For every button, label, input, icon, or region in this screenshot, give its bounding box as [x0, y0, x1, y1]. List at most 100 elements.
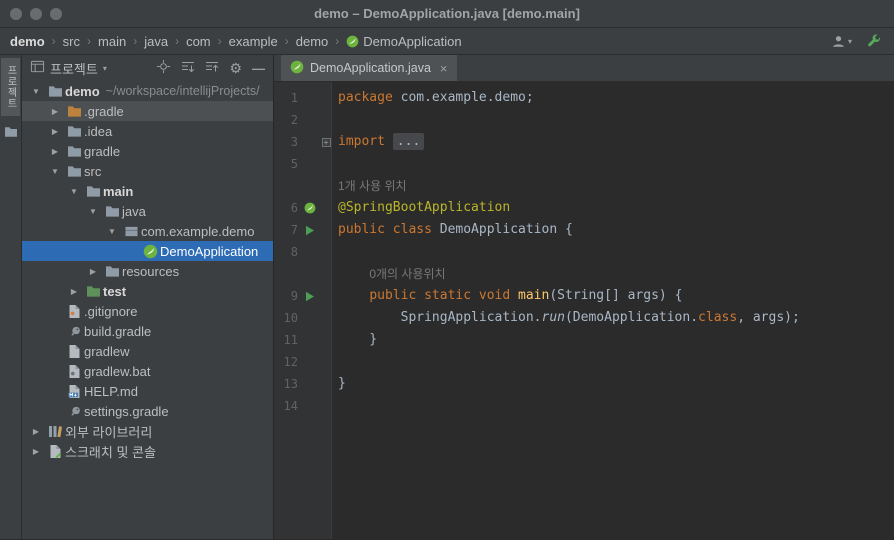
editor-tab[interactable]: DemoApplication.java ×	[281, 55, 457, 81]
tree-item-gradle[interactable]: ▶ gradle	[22, 141, 273, 161]
expand-arrow-icon[interactable]: ▼	[103, 227, 121, 236]
tree-item-gradlew-bat[interactable]: gradlew.bat	[22, 361, 273, 381]
code-line-13[interactable]: 13}	[274, 373, 894, 395]
user-icon[interactable]: ▾	[831, 34, 852, 49]
expand-arrow-icon[interactable]: ▶	[27, 427, 45, 436]
line-number[interactable]: 9	[274, 285, 300, 307]
code-text: @SpringBootApplication	[332, 197, 510, 219]
intellij-window: demo – DemoApplication.java [demo.main] …	[0, 0, 894, 539]
line-number[interactable]: 12	[274, 351, 300, 373]
gradle-icon	[64, 325, 84, 338]
breadcrumb-label: example	[228, 33, 278, 49]
zoom-button[interactable]	[50, 8, 62, 20]
code-line-14[interactable]: 14	[274, 395, 894, 417]
wrench-icon[interactable]	[866, 33, 882, 49]
code-line-6[interactable]: 6 @SpringBootApplication	[274, 197, 894, 219]
breadcrumb-item-src[interactable]: src	[63, 34, 80, 49]
fold-marker-icon[interactable]: +	[321, 137, 331, 147]
tree-item-demo[interactable]: ▼ demo ~/workspace/intellijProjects/	[22, 81, 273, 101]
line-number[interactable]: 5	[274, 153, 300, 175]
breadcrumb-item-java[interactable]: java	[144, 34, 168, 49]
tree-item-gitignore[interactable]: .gitignore	[22, 301, 273, 321]
breadcrumb-item-example[interactable]: example	[229, 34, 278, 49]
minimize-button[interactable]	[30, 8, 42, 20]
code-line-7[interactable]: 7 public class DemoApplication {	[274, 219, 894, 241]
chevron-down-icon[interactable]: ▾	[103, 64, 107, 73]
usage-hint-line[interactable]: 1개 사용 위치	[274, 175, 894, 197]
code-line-2[interactable]: 2	[274, 109, 894, 131]
expand-arrow-icon[interactable]: ▶	[46, 107, 64, 116]
breadcrumb-item-com[interactable]: com	[186, 34, 211, 49]
line-number[interactable]: 11	[274, 329, 300, 351]
close-button[interactable]	[10, 8, 22, 20]
token-pl: com.example.demo;	[400, 90, 534, 105]
run-button[interactable]	[300, 291, 320, 302]
code-line-3[interactable]: 3 + import ...	[274, 131, 894, 153]
code-text: 0개의 사용위치	[332, 263, 445, 286]
line-number[interactable]: 14	[274, 395, 300, 417]
project-panel: 프로젝트 ▾ ⚙ — ▼ demo ~/workspace/intellijPr…	[22, 55, 274, 539]
tree-item-외부-라이브러리[interactable]: ▶ 외부 라이브러리	[22, 421, 273, 441]
expand-arrow-icon[interactable]: ▼	[46, 167, 64, 176]
expand-arrow-icon[interactable]: ▶	[84, 267, 102, 276]
settings-gear-icon[interactable]: ⚙	[229, 61, 242, 75]
collapse-all-button[interactable]	[205, 60, 219, 77]
line-number[interactable]: 7	[274, 219, 300, 241]
tree-item-idea[interactable]: ▶ .idea	[22, 121, 273, 141]
tree-item-gradlew[interactable]: gradlew	[22, 341, 273, 361]
expand-arrow-icon[interactable]: ▶	[27, 447, 45, 456]
line-number[interactable]: 10	[274, 307, 300, 329]
breadcrumb-item-demoapplication[interactable]: DemoApplication	[346, 34, 462, 49]
line-number[interactable]: 2	[274, 109, 300, 131]
expand-arrow-icon[interactable]: ▶	[65, 287, 83, 296]
line-number[interactable]: 1	[274, 87, 300, 109]
usage-hint-line[interactable]: 0개의 사용위치	[274, 263, 894, 285]
tree-item-demoapplication[interactable]: DemoApplication	[22, 241, 273, 261]
tree-item-main[interactable]: ▼ main	[22, 181, 273, 201]
expand-arrow-icon[interactable]: ▶	[46, 127, 64, 136]
tree-item-settings-gradle[interactable]: settings.gradle	[22, 401, 273, 421]
code-line-12[interactable]: 12	[274, 351, 894, 373]
tool-window-tab-project[interactable]: 프로젝트	[1, 58, 20, 116]
expand-arrow-icon[interactable]: ▼	[65, 187, 83, 196]
fold-column[interactable]: +	[320, 137, 332, 147]
close-tab-icon[interactable]: ×	[440, 61, 448, 76]
code-area[interactable]: 1 package com.example.demo; 2 3 + import ... 5…	[274, 82, 894, 539]
code-line-11[interactable]: 11 }	[274, 329, 894, 351]
locate-button[interactable]	[156, 59, 171, 77]
line-number[interactable]: 8	[274, 241, 300, 263]
tree-item-src[interactable]: ▼ src	[22, 161, 273, 181]
code-line-5[interactable]: 5	[274, 153, 894, 175]
tree-item-java[interactable]: ▼ java	[22, 201, 273, 221]
expand-arrow-icon[interactable]: ▼	[27, 87, 45, 96]
tree-item-gradle[interactable]: ▶ .gradle	[22, 101, 273, 121]
bat-file-icon	[64, 364, 84, 379]
code-line-10[interactable]: 10 SpringApplication.run(DemoApplication…	[274, 307, 894, 329]
code-line-9[interactable]: 9 public static void main(String[] args)…	[274, 285, 894, 307]
project-tree: ▼ demo ~/workspace/intellijProjects/ ▶ .grad…	[22, 81, 273, 539]
tree-item-com-example-demo[interactable]: ▼ com.example.demo	[22, 221, 273, 241]
line-number[interactable]: 3	[274, 131, 300, 153]
code-line-8[interactable]: 8	[274, 241, 894, 263]
hide-panel-button[interactable]: —	[252, 61, 265, 76]
tree-item-help-md[interactable]: HELP.md	[22, 381, 273, 401]
tree-item-build-gradle[interactable]: build.gradle	[22, 321, 273, 341]
breadcrumb-item-main[interactable]: main	[98, 34, 126, 49]
project-panel-title[interactable]: 프로젝트	[50, 59, 98, 78]
tree-item-label: gradlew.bat	[84, 363, 151, 379]
code-line-1[interactable]: 1 package com.example.demo;	[274, 87, 894, 109]
breadcrumb-item-demo[interactable]: demo	[10, 34, 45, 49]
expand-arrow-icon[interactable]: ▶	[46, 147, 64, 156]
expand-arrow-icon[interactable]: ▼	[84, 207, 102, 216]
spring-bean-gutter-icon[interactable]	[300, 202, 320, 214]
tree-item-resources[interactable]: ▶ resources	[22, 261, 273, 281]
line-number[interactable]: 13	[274, 373, 300, 395]
expand-all-button[interactable]	[181, 60, 195, 77]
token-pl: DemoApplication {	[439, 222, 573, 237]
tree-item-스크래치-및-콘솔[interactable]: ▶ 스크래치 및 콘솔	[22, 441, 273, 461]
breadcrumb-item-demo[interactable]: demo	[296, 34, 329, 49]
run-button[interactable]	[300, 225, 320, 236]
tree-item-test[interactable]: ▶ test	[22, 281, 273, 301]
line-number[interactable]: 6	[274, 197, 300, 219]
folder-tool-icon[interactable]	[4, 125, 18, 143]
